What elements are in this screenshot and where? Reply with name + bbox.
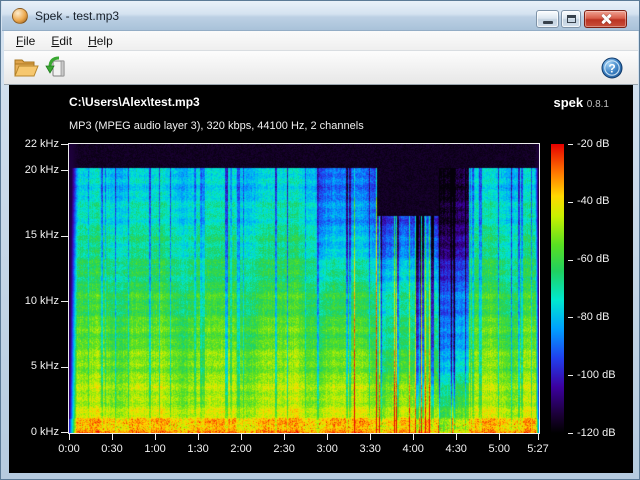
svg-text:?: ?	[608, 62, 615, 76]
db-tick-mark	[568, 317, 573, 318]
open-file-button[interactable]	[12, 55, 40, 81]
db-tick-mark	[568, 433, 573, 434]
save-spectrogram-button[interactable]	[42, 55, 70, 81]
spectrogram-canvas	[69, 144, 539, 433]
time-tick-label: 2:00	[221, 443, 261, 455]
db-tick-label: -60 dB	[577, 253, 609, 265]
menu-item-file[interactable]: File	[8, 31, 43, 50]
time-tick-label: 0:00	[49, 443, 89, 455]
freq-tick-label: 20 kHz	[1, 164, 59, 176]
time-tick-label: 5:27	[518, 443, 558, 455]
time-tick-label: 4:30	[436, 443, 476, 455]
time-tick-mark	[327, 434, 328, 440]
db-tick-mark	[568, 144, 573, 145]
freq-tick-label: 10 kHz	[1, 295, 59, 307]
time-tick-mark	[499, 434, 500, 440]
app-name-label: spek	[553, 95, 583, 110]
minimize-icon	[543, 21, 553, 24]
db-tick-label: -120 dB	[577, 427, 616, 439]
time-tick-mark	[456, 434, 457, 440]
time-tick-label: 3:00	[307, 443, 347, 455]
menu-bar: FileEditHelp	[4, 31, 638, 51]
time-tick-mark	[370, 434, 371, 440]
freq-tick-mark	[61, 432, 68, 433]
db-colorbar	[551, 144, 564, 433]
help-icon: ?	[600, 56, 624, 80]
file-path-label: C:\Users\Alex\test.mp3	[69, 95, 200, 109]
freq-tick-mark	[61, 144, 68, 145]
app-icon	[12, 8, 28, 24]
time-tick-label: 2:30	[264, 443, 304, 455]
folder-open-icon	[13, 57, 39, 79]
time-tick-mark	[155, 434, 156, 440]
db-tick-label: -20 dB	[577, 138, 609, 150]
title-bar[interactable]: Spek - test.mp3	[2, 1, 640, 31]
freq-tick-mark	[61, 301, 68, 302]
freq-tick-mark	[61, 367, 68, 368]
time-tick-mark	[69, 434, 70, 440]
menu-item-edit[interactable]: Edit	[43, 31, 80, 50]
freq-tick-label: 15 kHz	[1, 229, 59, 241]
app-version-label: 0.8.1	[587, 99, 609, 110]
time-tick-label: 3:30	[350, 443, 390, 455]
db-tick-label: -40 dB	[577, 195, 609, 207]
time-tick-label: 1:30	[178, 443, 218, 455]
db-tick-mark	[568, 375, 573, 376]
close-button[interactable]	[584, 10, 627, 28]
db-tick-mark	[568, 202, 573, 203]
time-tick-label: 1:00	[135, 443, 175, 455]
time-tick-mark	[413, 434, 414, 440]
time-tick-mark	[241, 434, 242, 440]
db-tick-label: -100 dB	[577, 369, 616, 381]
time-tick-label: 0:30	[92, 443, 132, 455]
close-icon	[600, 13, 612, 25]
spek-window: Spek - test.mp3 FileEditHelp	[0, 0, 640, 480]
maximize-icon	[567, 15, 576, 23]
db-tick-label: -80 dB	[577, 311, 609, 323]
stream-info-label: MP3 (MPEG audio layer 3), 320 kbps, 4410…	[69, 120, 364, 132]
time-tick-mark	[198, 434, 199, 440]
freq-tick-label: 0 kHz	[1, 426, 59, 438]
toolbar: ?	[4, 51, 638, 85]
time-tick-label: 4:00	[393, 443, 433, 455]
window-title: Spek - test.mp3	[35, 9, 119, 23]
db-tick-mark	[568, 260, 573, 261]
help-button[interactable]: ?	[598, 55, 626, 81]
freq-tick-mark	[61, 170, 68, 171]
freq-tick-label: 5 kHz	[1, 360, 59, 372]
maximize-button[interactable]	[561, 10, 581, 28]
freq-tick-mark	[61, 236, 68, 237]
minimize-button[interactable]	[536, 10, 559, 28]
time-tick-label: 5:00	[479, 443, 519, 455]
time-tick-mark	[112, 434, 113, 440]
time-tick-mark	[284, 434, 285, 440]
save-icon	[44, 56, 68, 80]
spectrogram-plot	[68, 143, 540, 434]
freq-tick-label: 22 kHz	[1, 138, 59, 150]
menu-item-help[interactable]: Help	[80, 31, 121, 50]
app-brand: spek 0.8.1	[553, 95, 609, 110]
time-tick-mark	[538, 434, 539, 440]
